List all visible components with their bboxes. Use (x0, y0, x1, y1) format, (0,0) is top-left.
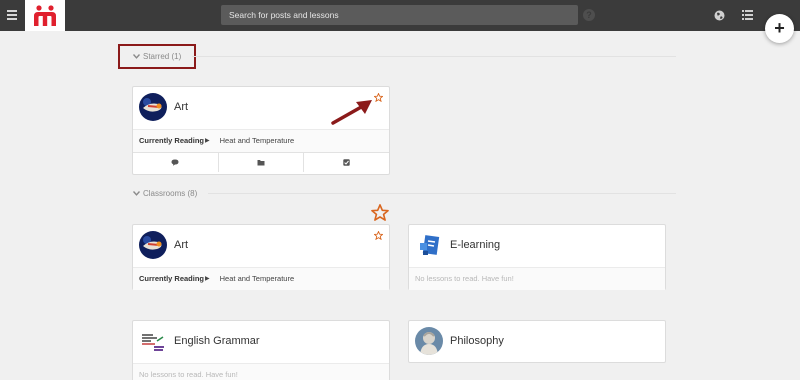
logo[interactable] (25, 0, 65, 31)
reading-label: Currently Reading (139, 136, 205, 145)
classroom-card-e-learning[interactable]: E-learning No lessons to read. Have fun! (408, 224, 666, 290)
comment-button[interactable] (133, 153, 218, 172)
reading-value: Heat and Temperature (219, 136, 295, 145)
avatar (139, 231, 167, 259)
globe-icon[interactable] (714, 10, 725, 21)
reading-value: Heat and Temperature (219, 274, 295, 283)
caret-right-icon: ▶ (205, 276, 210, 282)
folder-button[interactable] (217, 153, 304, 172)
classroom-card-art[interactable]: Art Currently Reading▶ Heat and Temperatu… (132, 224, 390, 290)
section-classrooms-label: Classrooms (8) (143, 189, 198, 198)
card-title: English Grammar (174, 335, 260, 347)
section-starred-toggle[interactable]: Starred (1) (132, 52, 182, 61)
star-icon[interactable] (374, 93, 383, 102)
chevron-down-icon (132, 189, 141, 198)
avatar (415, 231, 443, 259)
comment-icon (171, 159, 179, 166)
classroom-card-english-grammar[interactable]: English Grammar No lessons to read. Have… (132, 320, 390, 380)
empty-lessons-text: No lessons to read. Have fun! (133, 363, 389, 380)
card-title: Art (174, 101, 189, 113)
list-icon[interactable] (742, 10, 753, 20)
tasks-button[interactable] (303, 153, 389, 172)
empty-lessons-text: No lessons to read. Have fun! (409, 267, 665, 290)
chevron-down-icon (132, 52, 141, 61)
avatar (139, 327, 167, 355)
reading-label: Currently Reading (139, 274, 205, 283)
avatar (415, 327, 443, 355)
top-bar: Search for posts and lessons ? (0, 0, 800, 31)
section-classrooms-toggle[interactable]: Classrooms (8) (132, 189, 198, 198)
add-button[interactable]: + (765, 14, 794, 43)
caret-right-icon: ▶ (205, 138, 210, 144)
avatar (139, 93, 167, 121)
card-title: Art (174, 239, 189, 251)
help-icon[interactable]: ? (583, 9, 595, 21)
currently-reading-row[interactable]: Currently Reading▶ Heat and Temperature (133, 129, 389, 152)
search-input[interactable]: Search for posts and lessons (221, 5, 578, 25)
section-starred-label: Starred (1) (143, 52, 182, 61)
card-title: E-learning (450, 239, 501, 251)
star-icon[interactable] (374, 231, 383, 240)
checkbox-icon (343, 159, 350, 166)
currently-reading-row[interactable]: Currently Reading▶ Heat and Temperature (133, 267, 389, 290)
star-annotation-icon (371, 204, 389, 221)
divider (208, 193, 676, 194)
folder-icon (257, 160, 265, 166)
menu-icon[interactable] (7, 10, 17, 20)
divider (192, 56, 676, 57)
classroom-card-philosophy[interactable]: Philosophy (408, 320, 666, 363)
card-title: Philosophy (450, 335, 504, 347)
logo-icon (34, 5, 56, 26)
annotation-arrow-icon (331, 100, 372, 125)
